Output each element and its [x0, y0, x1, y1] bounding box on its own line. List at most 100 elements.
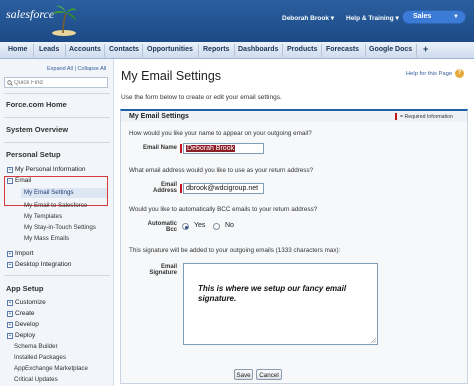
- email-address-field[interactable]: dbrook@wdcigroup.net: [180, 183, 264, 194]
- signature-text: This is where we setup our fancy email s…: [198, 284, 347, 303]
- save-button[interactable]: Save: [234, 369, 253, 380]
- bcc-no-radio[interactable]: [213, 223, 220, 230]
- tab-google-docs[interactable]: Google Docs: [369, 46, 412, 53]
- tab-contacts[interactable]: Contacts: [109, 46, 139, 53]
- sidebar-item-desktop-integration[interactable]: + Desktop Integration: [7, 261, 71, 268]
- sidebar-item-critical-updates[interactable]: Critical Updates: [14, 376, 58, 383]
- chevron-down-icon: ▼: [453, 14, 459, 20]
- system-overview-link[interactable]: System Overview: [6, 125, 68, 134]
- bcc-yes-radio[interactable]: [182, 223, 189, 230]
- tab-reports[interactable]: Reports: [203, 46, 229, 53]
- panel-title: My Email Settings: [129, 113, 189, 120]
- expand-icon[interactable]: +: [7, 262, 13, 268]
- tab-bar: Home Leads Accounts Contacts Opportuniti…: [0, 42, 474, 59]
- signature-question: This signature will be added to your out…: [129, 247, 341, 254]
- bcc-no-label[interactable]: No: [225, 222, 234, 229]
- expand-icon[interactable]: +: [7, 322, 13, 328]
- tab-divider: [282, 44, 283, 57]
- tab-products[interactable]: Products: [287, 46, 317, 53]
- sidebar-item-installed-packages[interactable]: Installed Packages: [14, 354, 66, 361]
- email-signature-textarea[interactable]: This is where we setup our fancy email s…: [183, 263, 378, 345]
- expand-icon[interactable]: +: [7, 311, 13, 317]
- sidebar-item-schema-builder[interactable]: Schema Builder: [14, 343, 58, 350]
- sidebar-item-my-templates[interactable]: My Templates: [24, 213, 62, 220]
- email-name-value: Deborah Brook: [186, 145, 236, 152]
- tab-divider: [33, 44, 34, 57]
- sidebar-item-create[interactable]: + Create: [7, 310, 35, 317]
- expand-icon[interactable]: +: [7, 167, 13, 173]
- email-name-label: Email Name: [142, 145, 177, 151]
- chevron-down-icon: ▾: [330, 15, 335, 22]
- cancel-button[interactable]: Cancel: [256, 369, 282, 380]
- sidebar-item-label: Create: [15, 310, 35, 317]
- expand-icon[interactable]: +: [7, 251, 13, 257]
- page-title: My Email Settings: [121, 69, 222, 83]
- sidebar-item-label: My Personal Information: [15, 166, 86, 173]
- expand-icon[interactable]: +: [7, 300, 13, 306]
- user-menu-label: Deborah Brook: [282, 15, 329, 22]
- panel-header: My Email Settings = Required Information: [121, 111, 467, 122]
- tab-home[interactable]: Home: [8, 46, 27, 53]
- divider: [4, 117, 110, 118]
- user-menu[interactable]: Deborah Brook ▾: [282, 14, 334, 22]
- auto-bcc-label-line2: Bcc: [165, 227, 177, 233]
- forcecom-home-link[interactable]: Force.com Home: [6, 100, 67, 109]
- sidebar-item-customize[interactable]: + Customize: [7, 299, 46, 306]
- auto-bcc-question: Would you like to automatically BCC emai…: [129, 206, 318, 213]
- email-settings-panel: My Email Settings = Required Information…: [120, 109, 468, 384]
- setup-sidebar: Expand All | Collapse All Force.com Home…: [0, 59, 114, 386]
- tab-divider: [321, 44, 322, 57]
- help-icon[interactable]: ?: [455, 69, 464, 78]
- search-icon: [7, 80, 13, 86]
- salesforce-logo[interactable]: salesforce: [6, 3, 77, 37]
- sidebar-item-label: Desktop Integration: [15, 261, 72, 268]
- tab-divider: [234, 44, 235, 57]
- intro-text: Use the form below to create or edit you…: [121, 94, 282, 101]
- tab-divider: [142, 44, 143, 57]
- sidebar-item-develop[interactable]: + Develop: [7, 321, 39, 328]
- required-indicator-icon: [395, 113, 397, 120]
- app-switcher-label: Sales: [413, 13, 432, 20]
- main-content: My Email Settings Help for this Page ? U…: [114, 59, 474, 386]
- expand-collapse-links: Expand All | Collapse All: [47, 66, 107, 72]
- email-address-label-line2: Address: [152, 188, 177, 194]
- sidebar-item-label: Develop: [15, 321, 39, 328]
- sidebar-item-import[interactable]: + Import: [7, 250, 33, 257]
- tab-forecasts[interactable]: Forecasts: [326, 46, 359, 53]
- sidebar-item-my-mass-emails[interactable]: My Mass Emails: [24, 235, 69, 242]
- expand-all-link[interactable]: Expand All: [47, 66, 73, 72]
- sidebar-item-appexchange-marketplace[interactable]: AppExchange Marketplace: [14, 365, 88, 372]
- chevron-down-icon: ▾: [395, 15, 399, 22]
- tab-opportunities[interactable]: Opportunities: [147, 46, 193, 53]
- app-switcher[interactable]: Sales ▼: [402, 10, 466, 24]
- sidebar-item-my-personal-information[interactable]: + My Personal Information: [7, 166, 85, 173]
- tab-leads[interactable]: Leads: [39, 46, 59, 53]
- tab-accounts[interactable]: Accounts: [69, 46, 101, 53]
- expand-icon[interactable]: +: [7, 333, 13, 339]
- resize-handle-icon[interactable]: [370, 337, 376, 343]
- help-menu-label: Help & Training: [346, 15, 394, 22]
- sidebar-item-my-email-to-salesforce[interactable]: My Email to Salesforce: [24, 202, 87, 209]
- app-header: salesforce Deborah Brook ▾ Help & Traini…: [0, 0, 474, 42]
- sidebar-item-label: Deploy: [15, 332, 36, 339]
- help-training-menu[interactable]: Help & Training ▾: [346, 14, 399, 22]
- quick-find-input[interactable]: [14, 79, 106, 87]
- tab-divider: [65, 44, 66, 57]
- tab-divider: [104, 44, 105, 57]
- sidebar-item-deploy[interactable]: + Deploy: [7, 332, 35, 339]
- quick-find: [4, 77, 108, 88]
- tab-dashboards[interactable]: Dashboards: [238, 46, 278, 53]
- email-address-question: What email address would you like to use…: [129, 167, 314, 174]
- collapse-all-link[interactable]: Collapse All: [78, 66, 107, 72]
- email-name-question: How would you like your name to appear o…: [129, 130, 312, 137]
- divider: [4, 93, 110, 94]
- help-for-this-page-link[interactable]: Help for this Page: [406, 71, 452, 77]
- tab-add-more[interactable]: +: [423, 44, 428, 54]
- required-legend: = Required Information: [400, 114, 453, 120]
- divider: [4, 142, 110, 143]
- tab-divider: [416, 44, 417, 57]
- email-name-field[interactable]: Deborah Brook: [180, 143, 264, 154]
- sidebar-item-my-stay-in-touch-settings[interactable]: My Stay-in-Touch Settings: [24, 224, 96, 231]
- personal-setup-heading: Personal Setup: [6, 150, 61, 159]
- bcc-yes-label[interactable]: Yes: [194, 222, 205, 229]
